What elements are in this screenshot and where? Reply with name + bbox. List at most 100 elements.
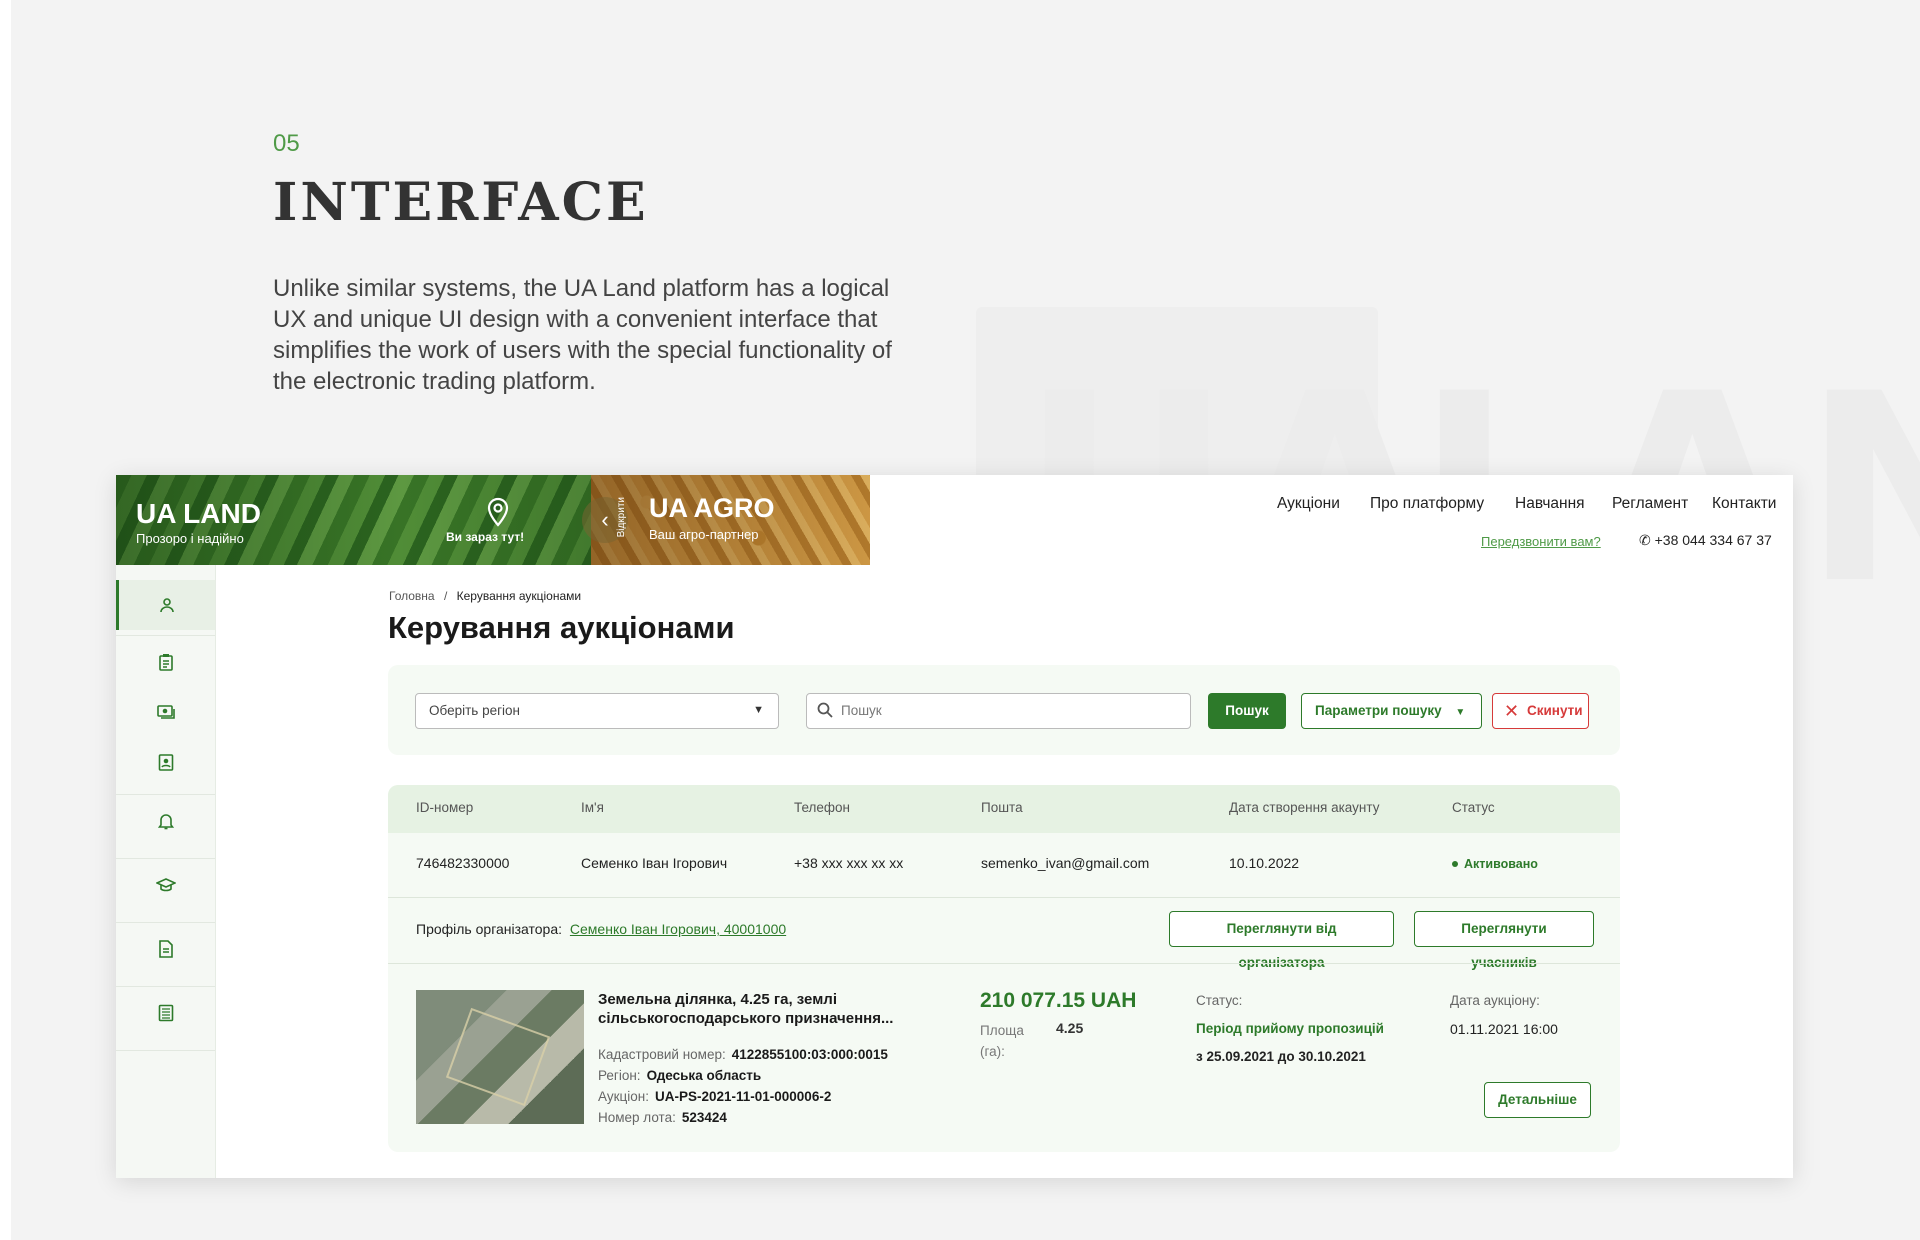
lot-period: з 25.09.2021 до 30.10.2021 (1196, 1049, 1366, 1064)
location-label: Ви зараз тут! (446, 530, 525, 544)
sidebar-item-reports[interactable] (116, 924, 215, 974)
callback-link[interactable]: Передзвонити вам? (1481, 534, 1601, 549)
cell-email: semenko_ivan@gmail.com (981, 855, 1150, 871)
area-label: Площа (га): (980, 1023, 1024, 1059)
region-select-placeholder: Оберіть регіон (429, 703, 520, 718)
cell-name: Семенко Іван Ігорович (581, 855, 728, 871)
cell-id: 746482330000 (416, 855, 510, 871)
lot-title[interactable]: Земельна ділянка, 4.25 га, землі сільськ… (598, 990, 928, 1028)
organizer-label: Профіль організатора: (416, 921, 563, 937)
search-icon (817, 702, 833, 721)
id-card-icon (158, 754, 173, 771)
organizer-profile: Профіль організатора: Семенко Іван Ігоро… (416, 921, 786, 937)
breadcrumb-separator: / (443, 589, 448, 603)
list-icon (158, 1004, 173, 1022)
row-divider (388, 897, 1620, 898)
search-params-label: Параметри пошуку (1315, 703, 1442, 718)
ua-agro-logo[interactable]: UA AGRO (649, 493, 775, 524)
area-value: 4.25 (1056, 1020, 1084, 1036)
sidebar-divider (116, 635, 215, 636)
sidebar-item-auctions[interactable] (116, 637, 215, 687)
auction-value: UA-PS-2021-11-01-000006-2 (654, 1089, 832, 1104)
auction-date-label: Дата аукціону: (1450, 993, 1540, 1008)
phone-icon: ✆ (1639, 532, 1651, 548)
nav-training[interactable]: Навчання (1515, 495, 1585, 513)
view-participants-button[interactable]: Переглянути учасників (1414, 911, 1594, 970)
caret-down-icon: ▼ (753, 704, 764, 716)
sidebar-divider (116, 858, 215, 859)
sidebar-item-notifications[interactable] (116, 796, 215, 846)
sidebar-item-training[interactable] (116, 860, 215, 910)
breadcrumb-home[interactable]: Головна (389, 589, 435, 603)
lot-price: 210 077.15 UAH (980, 989, 1137, 1012)
lot-number-label: Номер лота: (598, 1110, 676, 1125)
column-header-email: Пошта (981, 800, 1023, 815)
phone-number: +38 044 334 67 37 (1654, 532, 1772, 548)
nav-contacts[interactable]: Контакти (1712, 495, 1776, 513)
section-number: 05 (273, 130, 300, 157)
sidebar-item-profile[interactable] (116, 580, 215, 630)
region-value: Одеська область (646, 1068, 762, 1083)
nav-about[interactable]: Про платформу (1370, 495, 1484, 513)
sidebar-item-registry[interactable] (116, 988, 215, 1038)
lot-region: Регіон: Одеська область (598, 1068, 761, 1083)
column-header-id: ID-номер (416, 800, 474, 815)
table-header: ID-номер Ім'я Телефон Пошта Дата створен… (388, 785, 1620, 833)
bell-icon (157, 814, 174, 830)
ua-agro-tagline: Ваш агро-партнер (649, 527, 759, 542)
close-icon: ✕ (1504, 701, 1520, 721)
cell-created: 10.10.2022 (1229, 855, 1300, 871)
status-badge: Активовано (1452, 855, 1538, 871)
view-organizer-button[interactable]: Переглянути від організатора (1169, 911, 1394, 970)
column-header-name: Ім'я (581, 800, 604, 815)
search-params-button[interactable]: Параметри пошуку ▼ (1301, 693, 1482, 729)
phone-contact[interactable]: ✆ +38 044 334 67 37 (1639, 532, 1772, 549)
lot-number: Номер лота: 523424 (598, 1110, 727, 1125)
section-title: INTERFACE (273, 172, 649, 233)
organizer-link[interactable]: Семенко Іван Ігорович, 40001000 (570, 921, 786, 937)
header-banner: UA LAND Прозоро і надійно Ви зараз тут! … (116, 475, 870, 565)
lot-auction: Аукціон: UA-PS-2021-11-01-000006-2 (598, 1089, 831, 1104)
caret-down-icon: ▼ (1455, 707, 1466, 718)
details-button[interactable]: Детальніше (1484, 1082, 1591, 1118)
section-description: Unlike similar systems, the UA Land plat… (273, 275, 892, 395)
status-dot-icon (1452, 861, 1458, 868)
column-header-status: Статус (1452, 800, 1495, 815)
cadastral-label: Кадастровий номер: (598, 1047, 726, 1062)
page-title: Керування аукціонами (388, 610, 735, 645)
breadcrumb-current: Керування аукціонами (456, 589, 582, 603)
sidebar-divider (116, 794, 215, 795)
lot-number-value: 523424 (681, 1110, 727, 1125)
row-divider (388, 963, 1620, 964)
region-select[interactable]: Оберіть регіон ▼ (415, 693, 779, 729)
status-text: Активовано (1464, 857, 1538, 871)
auction-date-value: 01.11.2021 16:00 (1450, 1021, 1558, 1037)
clipboard-icon (158, 654, 173, 671)
sidebar-item-payments[interactable] (116, 687, 215, 737)
app-window: UA LAND Прозоро і надійно Ви зараз тут! … (116, 475, 1793, 1178)
money-icon (156, 705, 175, 719)
document-icon (158, 940, 173, 958)
lot-satellite-image[interactable] (416, 990, 584, 1124)
column-header-created: Дата створення акаунту (1229, 800, 1380, 815)
sidebar-item-documents[interactable] (116, 737, 215, 787)
lot-status-value: Період прийому пропозицій (1196, 1021, 1384, 1036)
graduation-cap-icon (155, 878, 176, 892)
cell-phone: +38 xxx xxx xx xx (794, 855, 904, 871)
ua-land-logo[interactable]: UA LAND (136, 498, 261, 530)
breadcrumb: Головна / Керування аукціонами (389, 589, 581, 603)
sidebar-divider (116, 986, 215, 987)
users-table: ID-номер Ім'я Телефон Пошта Дата створен… (388, 785, 1620, 1152)
region-label: Регіон: (598, 1068, 641, 1083)
nav-auctions[interactable]: Аукціони (1277, 495, 1340, 513)
reset-button[interactable]: ✕ Скинути (1492, 693, 1589, 729)
open-vertical-label: Відкрити (616, 497, 627, 538)
sidebar-divider (116, 1050, 215, 1051)
search-placeholder: Пошук (841, 703, 882, 718)
search-input[interactable]: Пошук (806, 693, 1191, 729)
ua-land-tagline: Прозоро і надійно (136, 531, 244, 546)
column-header-phone: Телефон (794, 800, 851, 815)
nav-regulations[interactable]: Регламент (1612, 495, 1688, 513)
sidebar-divider (116, 922, 215, 923)
search-button[interactable]: Пошук (1208, 693, 1286, 729)
